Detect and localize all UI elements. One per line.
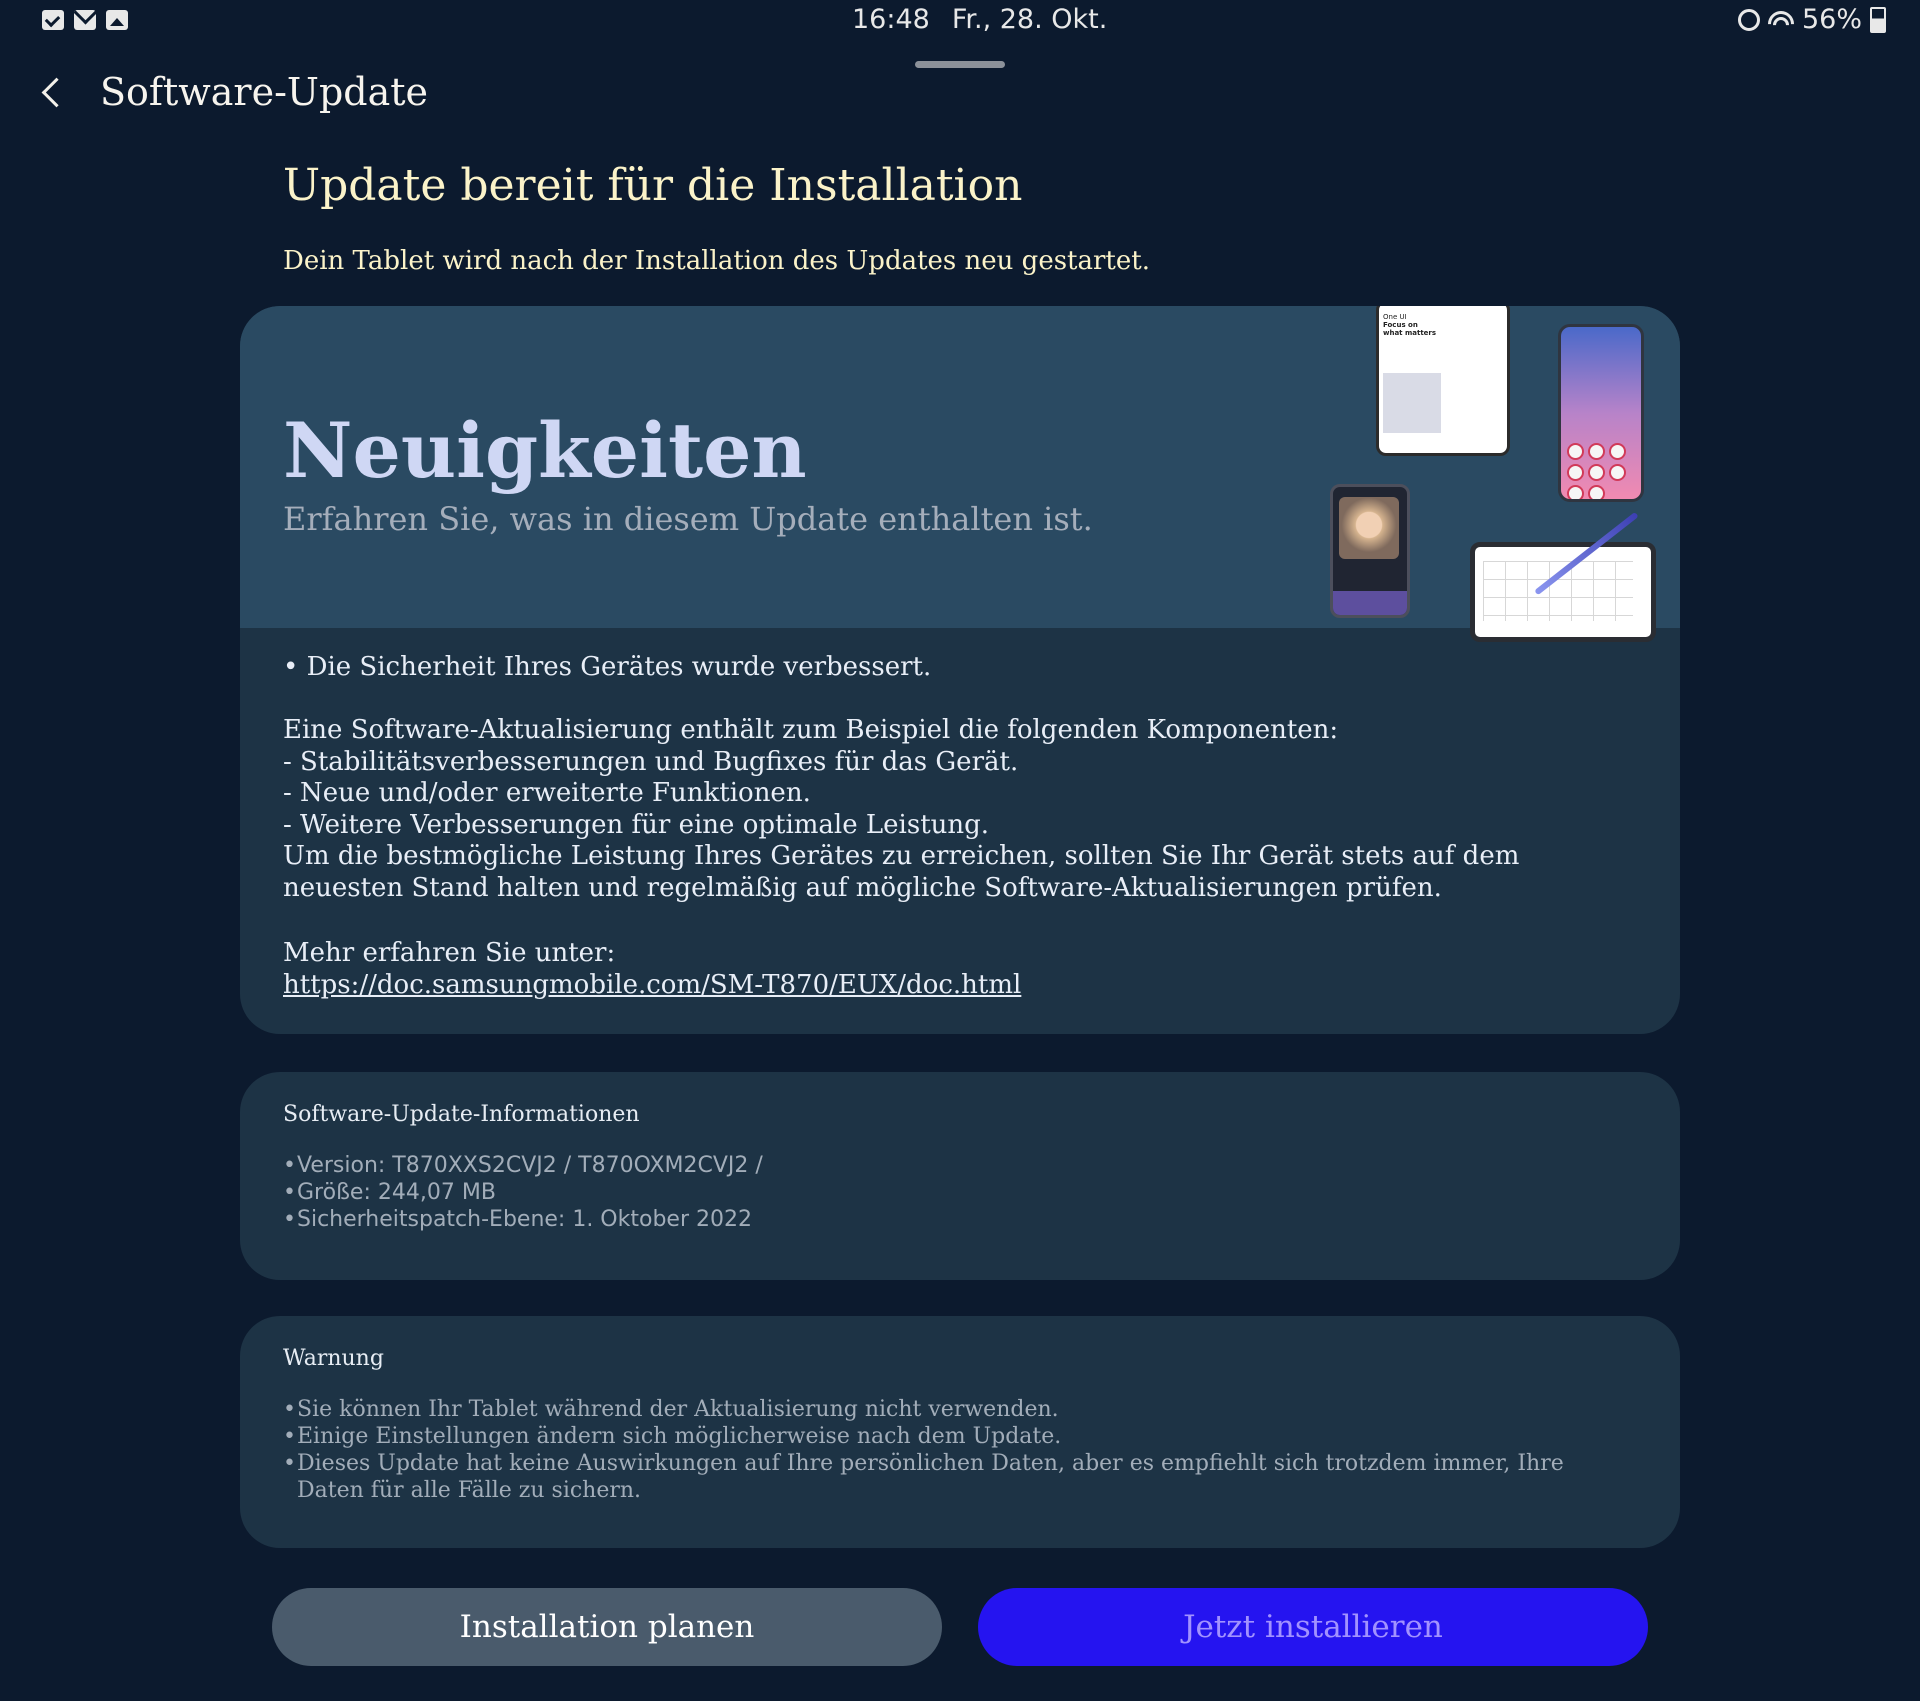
foldable-device-illustration: One UI Focus on what matters — [1376, 306, 1510, 456]
status-date: Fr., 28. Okt. — [951, 4, 1108, 35]
image-icon — [106, 10, 128, 30]
schedule-install-button[interactable]: Installation planen — [272, 1588, 942, 1666]
calendar-grid — [1483, 561, 1633, 621]
page-title: Software-Update — [100, 70, 429, 114]
security-patch-item: Sicherheitspatch-Ebene: 1. Oktober 2022 — [283, 1206, 1633, 1233]
illustration-tiles — [1383, 373, 1441, 433]
alarm-icon — [1737, 8, 1760, 31]
warning-item: Dieses Update hat keine Auswirkungen auf… — [283, 1450, 1633, 1504]
news-card: Neuigkeiten Erfahren Sie, was in diesem … — [240, 306, 1680, 1034]
news-banner: Neuigkeiten Erfahren Sie, was in diesem … — [240, 306, 1680, 642]
warning-heading: Warnung — [283, 1346, 384, 1371]
update-info-list: Version: T870XXS2CVJ2 / T870OXM2CVJ2 / G… — [283, 1152, 1633, 1233]
battery-percentage: 56% — [1801, 4, 1862, 35]
illustration-caption: One UI Focus on what matters — [1383, 313, 1437, 337]
update-info-card: Software-Update-Informationen Version: T… — [240, 1072, 1680, 1280]
mail-icon — [74, 10, 96, 30]
status-bar: 16:48 Fr., 28. Okt. 56% — [0, 0, 1920, 44]
version-item: Version: T870XXS2CVJ2 / T870OXM2CVJ2 / — [283, 1152, 1633, 1179]
status-clock: 16:48 Fr., 28. Okt. — [852, 4, 1107, 35]
flip-hinge — [1333, 591, 1407, 615]
warning-card: Warnung Sie können Ihr Tablet während de… — [240, 1316, 1680, 1548]
more-info-label: Mehr erfahren Sie unter: — [283, 938, 616, 968]
app-icons — [1567, 443, 1635, 499]
checklist-icon — [42, 10, 64, 30]
system-icons: 56% — [1737, 4, 1886, 35]
warning-item: Sie können Ihr Tablet während der Aktual… — [283, 1396, 1633, 1423]
update-ready-heading: Update bereit für die Installation — [283, 160, 1023, 211]
release-notes: • Die Sicherheit Ihres Gerätes wurde ver… — [283, 652, 1520, 903]
phone-illustration — [1558, 324, 1644, 502]
notification-icons — [42, 10, 128, 30]
drag-handle[interactable] — [915, 61, 1005, 68]
wifi-icon — [1767, 8, 1794, 31]
selfie-photo — [1339, 497, 1399, 559]
size-item: Größe: 244,07 MB — [283, 1179, 1633, 1206]
news-subtitle: Erfahren Sie, was in diesem Update entha… — [283, 500, 1093, 538]
install-now-button[interactable]: Jetzt installieren — [978, 1588, 1648, 1666]
battery-icon — [1870, 6, 1886, 33]
restart-notice: Dein Tablet wird nach der Installation d… — [283, 246, 1150, 276]
warning-list: Sie können Ihr Tablet während der Aktual… — [283, 1396, 1633, 1504]
status-time: 16:48 — [852, 4, 930, 35]
back-button[interactable] — [32, 70, 72, 118]
warning-item: Einige Einstellungen ändern sich möglich… — [283, 1423, 1633, 1450]
release-notes-link[interactable]: https://doc.samsungmobile.com/SM-T870/EU… — [283, 970, 1021, 1000]
news-title: Neuigkeiten — [283, 406, 807, 495]
tablet-illustration — [1470, 542, 1656, 642]
flip-phone-illustration — [1330, 484, 1410, 618]
update-info-heading: Software-Update-Informationen — [283, 1102, 640, 1127]
